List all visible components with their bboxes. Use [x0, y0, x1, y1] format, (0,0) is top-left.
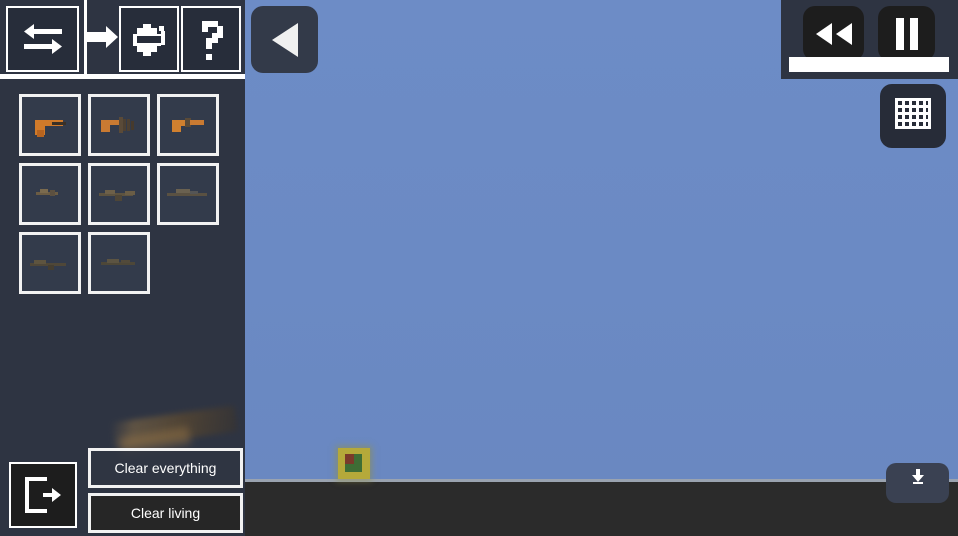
clear-living-label: Clear living — [130, 505, 201, 521]
playback-panel — [781, 0, 958, 79]
clear-everything-button[interactable]: Clear everything — [88, 448, 243, 488]
exit-door-icon — [25, 477, 61, 513]
rewind-button[interactable] — [803, 6, 864, 61]
arrow-right-icon — [86, 26, 118, 48]
playback-progress-bar[interactable] — [789, 57, 949, 72]
inventory-slot-empty — [157, 232, 219, 294]
game-screen: Clear everything Clear living — [0, 0, 958, 536]
inventory-slot[interactable] — [88, 94, 150, 156]
pause-button[interactable] — [878, 6, 935, 61]
assault-rifle-icon — [99, 190, 135, 201]
question-mark-icon — [202, 21, 223, 60]
revolver-icon — [172, 118, 204, 132]
play-left-icon — [271, 22, 298, 57]
paint-button[interactable] — [119, 6, 179, 72]
crate-detail-red — [345, 454, 354, 464]
next-button[interactable] — [84, 6, 119, 72]
pause-icon — [895, 17, 918, 50]
clear-living-button[interactable]: Clear living — [88, 493, 243, 533]
clear-everything-label: Clear everything — [114, 460, 217, 476]
grid-toggle-button[interactable] — [880, 84, 946, 148]
inventory-slot[interactable] — [19, 163, 81, 225]
download-button[interactable] — [886, 463, 949, 503]
carbine-icon — [101, 259, 135, 265]
help-button[interactable] — [181, 6, 241, 72]
inventory-slot[interactable] — [157, 94, 219, 156]
inventory-slot[interactable] — [88, 232, 150, 294]
sniper-rifle-icon — [167, 189, 207, 196]
inventory-slot[interactable] — [19, 94, 81, 156]
back-button[interactable] — [251, 6, 318, 73]
shotgun-icon — [30, 260, 66, 270]
download-icon — [911, 469, 924, 484]
swap-button[interactable] — [6, 6, 79, 72]
grid-icon — [895, 98, 931, 129]
inventory-slot[interactable] — [157, 163, 219, 225]
rewind-icon — [815, 22, 852, 45]
rifle-icon — [36, 189, 58, 196]
world-object-crate[interactable] — [338, 448, 370, 479]
exit-button[interactable] — [9, 462, 77, 528]
swap-arrows-icon — [23, 24, 62, 54]
weapon-inventory-grid — [19, 94, 229, 294]
sidebar-toolbar — [0, 0, 245, 79]
toolbar-underline — [0, 74, 245, 79]
paint-bucket-icon — [133, 24, 165, 56]
sidebar: Clear everything Clear living — [0, 0, 245, 536]
inventory-slot[interactable] — [19, 232, 81, 294]
smg-icon — [101, 117, 134, 133]
inventory-slot[interactable] — [88, 163, 150, 225]
pistol-icon — [35, 120, 66, 137]
